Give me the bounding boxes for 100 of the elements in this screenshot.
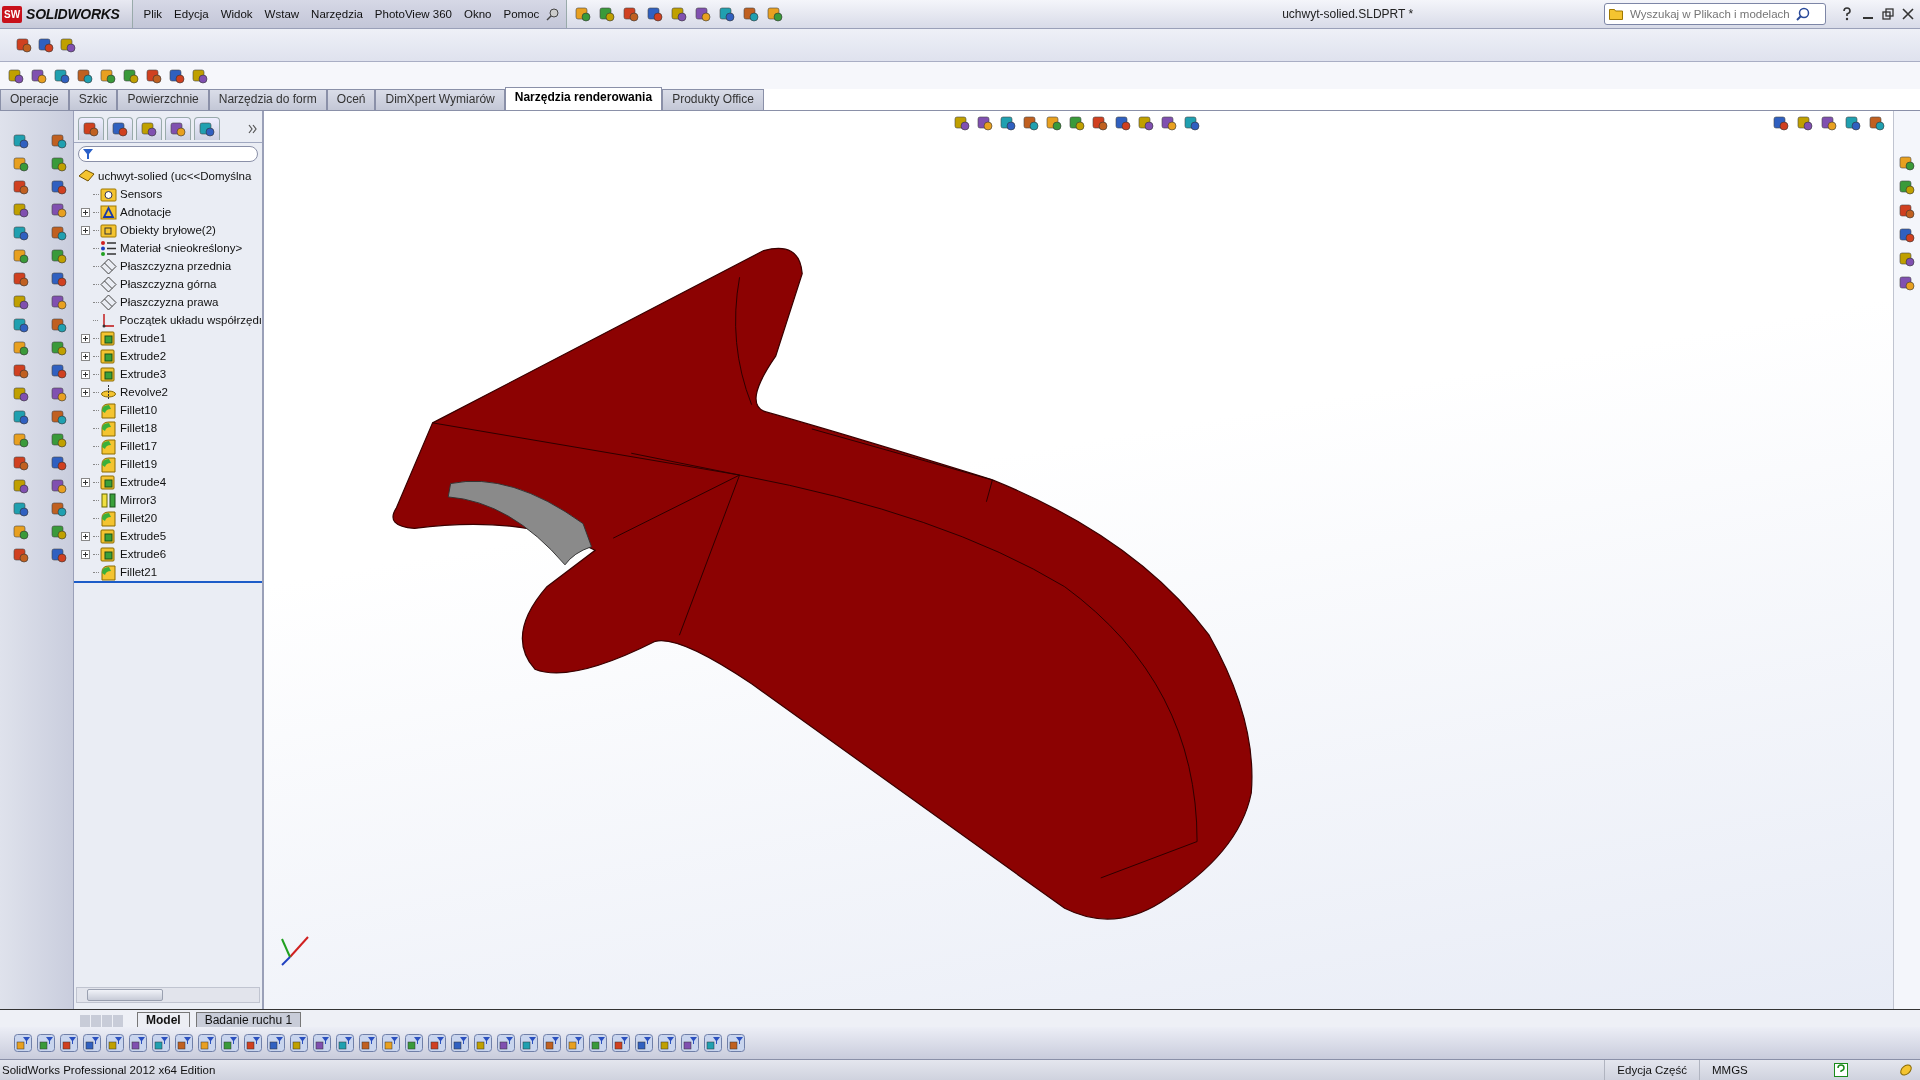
tree-item[interactable]: Płaszczyzna górna [120,278,217,290]
tool-icon[interactable] [169,67,185,84]
tool-icon[interactable] [51,247,67,264]
filter-icon[interactable] [566,1034,584,1052]
horizontal-scrollbar[interactable] [76,987,260,1003]
chevron-icon[interactable] [248,123,258,134]
tool-icon[interactable] [13,339,29,356]
tool-icon[interactable] [13,293,29,310]
search-icon[interactable] [1796,7,1810,21]
expand-icon[interactable] [81,333,90,343]
tool-icon[interactable] [51,431,67,448]
command-tab[interactable]: Operacje [0,89,69,110]
filter-icon[interactable] [612,1034,630,1052]
filter-icon[interactable] [382,1034,400,1052]
filter-icon[interactable] [14,1034,32,1052]
menu-item[interactable]: Edycja [169,8,214,20]
tool-icon[interactable] [51,546,67,563]
tool-icon[interactable] [51,408,67,425]
filter-icon[interactable] [589,1034,607,1052]
help-icon[interactable] [1840,7,1854,21]
filter-icon[interactable] [60,1034,78,1052]
expand-icon[interactable] [81,477,90,487]
tool-icon[interactable] [51,155,67,172]
tree-item[interactable]: Sensors [120,188,163,200]
search-input[interactable]: Wyszukaj w Plikach i modelach [1628,7,1792,21]
filter-field[interactable] [78,146,258,162]
tree-item[interactable]: Extrude1 [120,332,167,344]
task-pane-icon[interactable] [1899,155,1915,171]
tool-icon[interactable] [51,362,67,379]
panel-tab-icon[interactable] [199,121,215,137]
tool-icon[interactable] [51,500,67,517]
tree-item[interactable]: Revolve2 [120,386,168,398]
tool-icon[interactable] [13,132,29,149]
panel-tab-icon[interactable] [141,121,157,137]
expand-icon[interactable] [81,207,90,217]
filter-icon[interactable] [313,1034,331,1052]
menu-item[interactable]: Pomoc [498,8,545,20]
tree-item[interactable]: Obiekty bryłowe(2) [120,224,216,236]
panel-tab-icon[interactable] [112,121,128,137]
tool-icon[interactable] [13,477,29,494]
tool-icon[interactable] [51,270,67,287]
expand-icon[interactable] [81,387,90,397]
filter-icon[interactable] [543,1034,561,1052]
tool-icon[interactable] [13,431,29,448]
filter-icon[interactable] [129,1034,147,1052]
command-tab[interactable]: Powierzchnie [117,89,209,110]
panel-tab[interactable] [78,117,104,140]
tool-icon[interactable] [51,132,67,149]
command-tab[interactable]: Narzędzia do form [208,89,327,110]
filter-icon[interactable] [267,1034,285,1052]
filter-icon[interactable] [474,1034,492,1052]
tool-icon[interactable] [51,293,67,310]
tree-item[interactable]: Extrude3 [120,368,167,380]
tool-icon[interactable] [1184,115,1200,131]
filter-icon[interactable] [106,1034,124,1052]
tool-icon[interactable] [13,546,29,563]
filter-icon[interactable] [221,1034,239,1052]
tool-icon[interactable] [1115,115,1131,131]
tool-icon[interactable] [13,362,29,379]
expand-icon[interactable] [81,351,90,361]
tool-icon[interactable] [51,477,67,494]
view-window-icon[interactable] [1821,115,1837,131]
panel-tab[interactable] [136,117,162,140]
tree-item[interactable]: Materiał <nieokreślony> [120,242,243,254]
tool-icon[interactable] [623,6,640,22]
command-tab[interactable]: Szkic [68,89,118,110]
tool-icon[interactable] [146,67,162,84]
tree-item[interactable]: Mirror3 [120,494,157,506]
tool-icon[interactable] [719,6,736,22]
menu-item[interactable]: Narzędzia [306,8,368,20]
filter-icon[interactable] [290,1034,308,1052]
tool-icon[interactable] [575,6,592,22]
panel-tab[interactable] [194,117,220,140]
tool-icon[interactable] [51,385,67,402]
tool-icon[interactable] [16,37,32,53]
tool-icon[interactable] [743,6,760,22]
tool-icon[interactable] [13,155,29,172]
tool-icon[interactable] [1000,115,1016,131]
filter-icon[interactable] [451,1034,469,1052]
filter-icon[interactable] [681,1034,699,1052]
tool-icon[interactable] [31,67,47,84]
tree-item[interactable]: Extrude4 [120,476,167,488]
filter-icon[interactable] [520,1034,538,1052]
tree-item[interactable]: Początek układu współrzędı [119,314,262,326]
tool-icon[interactable] [767,6,784,22]
bottom-tab[interactable]: Model [137,1012,190,1027]
task-pane-icon[interactable] [1899,251,1915,267]
restore-icon[interactable] [1882,8,1894,20]
tool-icon[interactable] [51,316,67,333]
tool-icon[interactable] [13,408,29,425]
filter-icon[interactable] [704,1034,722,1052]
menu-item[interactable]: Wstaw [259,8,305,20]
filter-icon[interactable] [244,1034,262,1052]
tree-item[interactable]: Extrude6 [120,548,167,560]
tool-icon[interactable] [1046,115,1062,131]
tree-item[interactable]: Fillet18 [120,422,158,434]
task-pane-icon[interactable] [1899,275,1915,291]
tool-icon[interactable] [13,247,29,264]
close-icon[interactable] [1902,8,1914,20]
panel-tab-icon[interactable] [83,121,99,137]
